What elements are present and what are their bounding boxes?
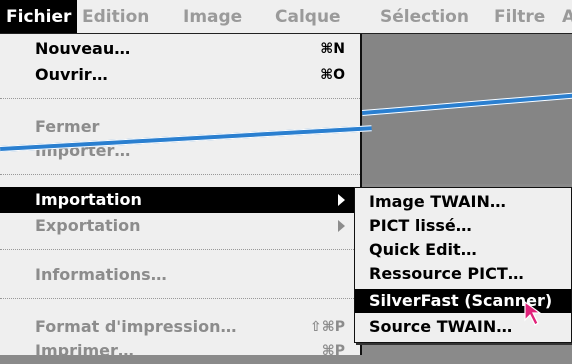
submenu-item-quick-edit[interactable]: Quick Edit… <box>355 238 571 262</box>
menu-item-format-impression[interactable]: Format d'impression… ⇧⌘P <box>0 314 360 340</box>
menu-item-informations[interactable]: Informations… <box>0 262 360 288</box>
submenu-arrow-icon <box>338 194 345 206</box>
submenu-item-image-twain[interactable]: Image TWAIN… <box>355 190 571 214</box>
menu-separator <box>0 249 360 250</box>
menu-separator <box>0 98 360 99</box>
menu-image[interactable]: Image <box>183 0 242 33</box>
menu-bar: Fichier Edition Image Calque Sélection F… <box>0 0 572 34</box>
pointer-cursor-icon <box>524 300 542 326</box>
menu-item-exportation[interactable]: Exportation <box>0 213 360 239</box>
menu-item-importation[interactable]: Importation <box>0 187 360 213</box>
menu-fichier[interactable]: Fichier <box>0 0 78 33</box>
submenu-arrow-icon <box>338 220 345 232</box>
menu-selection[interactable]: Sélection <box>380 0 469 33</box>
menu-a[interactable]: A <box>562 0 572 33</box>
submenu-item-ressource-pict[interactable]: Ressource PICT… <box>355 262 571 286</box>
fichier-dropdown: Nouveau… ⌘N Ouvrir… ⌘O Fermer Importer… … <box>0 34 362 360</box>
menu-calque[interactable]: Calque <box>275 0 341 33</box>
menu-filtre[interactable]: Filtre <box>494 0 545 33</box>
menu-item-ouvrir[interactable]: Ouvrir… ⌘O <box>0 62 360 88</box>
menu-edition[interactable]: Edition <box>82 0 149 33</box>
menu-separator <box>0 174 360 175</box>
menu-item-imprimer[interactable]: Imprimer… ⌘P <box>0 338 360 364</box>
submenu-item-pict-lisse[interactable]: PICT lissé… <box>355 214 571 238</box>
menu-separator <box>0 298 360 299</box>
menu-item-nouveau[interactable]: Nouveau… ⌘N <box>0 36 360 62</box>
